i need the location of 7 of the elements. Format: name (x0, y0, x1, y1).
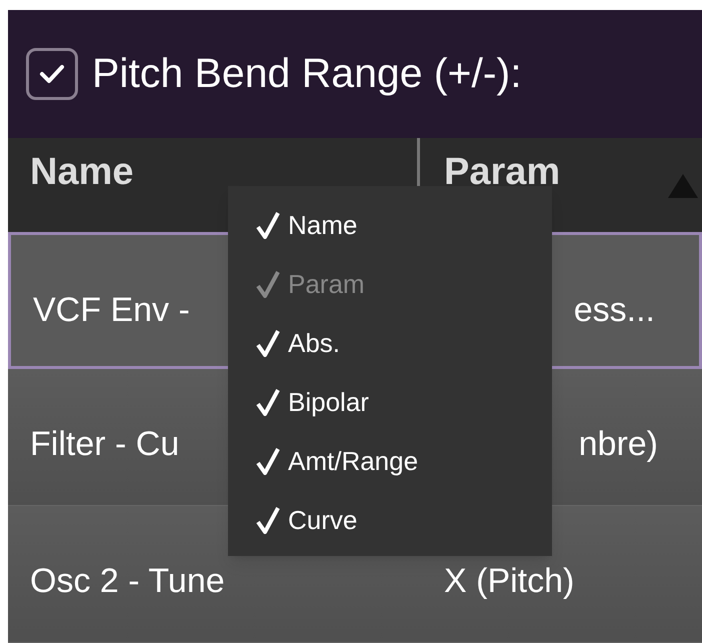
table-cell: Filter - Cu (30, 425, 180, 463)
table-cell: nbre) (578, 425, 658, 463)
table-cell: Osc 2 - Tune (30, 562, 225, 600)
table-cell: ess... (574, 291, 655, 329)
pitch-bend-label: Pitch Bend Range (+/-): (92, 49, 522, 98)
table-cell: X (Pitch) (444, 562, 574, 600)
table-cell: VCF Env - (33, 291, 190, 329)
